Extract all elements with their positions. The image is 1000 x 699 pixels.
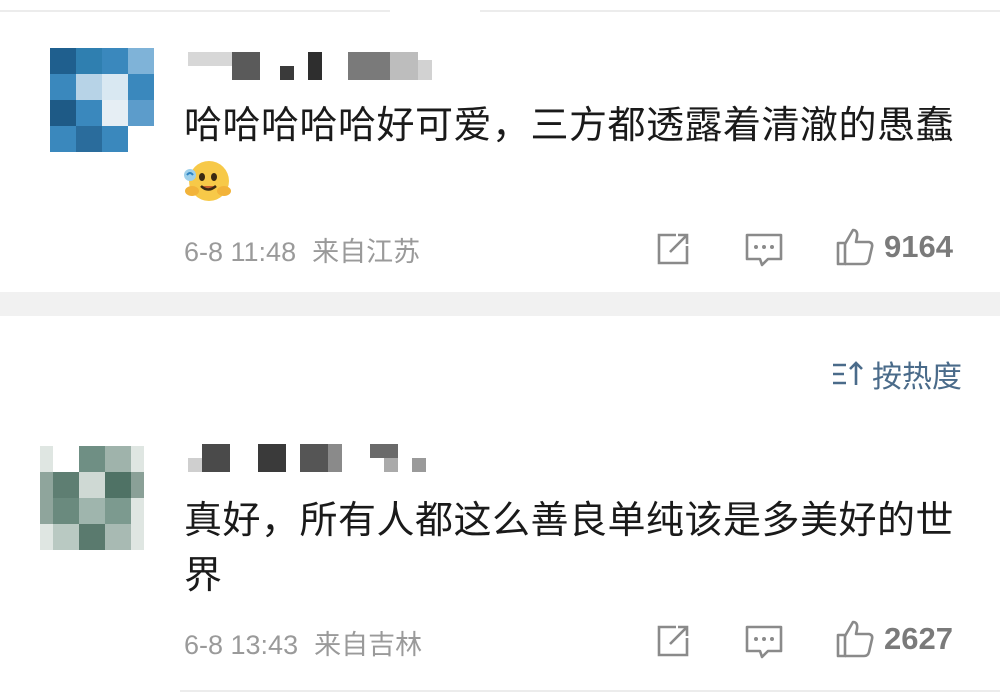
username-blurred[interactable] xyxy=(188,52,448,82)
like-button[interactable]: 9164 xyxy=(834,226,953,268)
share-icon xyxy=(657,233,689,265)
like-button[interactable]: 2627 xyxy=(834,618,953,660)
avatar[interactable] xyxy=(50,48,154,152)
hugging-face-emoji xyxy=(182,155,232,205)
sort-label: 按热度 xyxy=(872,360,962,395)
share-button[interactable] xyxy=(654,230,692,268)
comment-text: 哈哈哈哈哈好可爱，三方都透露着清澈的愚蠢 xyxy=(184,103,955,147)
bottom-separator xyxy=(180,690,1000,692)
comment-text-line1: 真好，所有人都这么善良单纯该是多美好的世 xyxy=(184,498,955,542)
comment-date: 6-8 11:48 xyxy=(184,237,297,267)
comment-date: 6-8 13:43 xyxy=(184,630,299,660)
comment-button[interactable] xyxy=(744,230,784,270)
comment-text-line2: 界 xyxy=(184,553,223,597)
like-count: 2627 xyxy=(884,621,953,656)
comment-item: 真好，所有人都这么善良单纯该是多美好的世 界 6-8 13:43 来自吉林 262… xyxy=(0,420,1000,699)
comment-icon xyxy=(745,233,783,267)
username-blurred[interactable] xyxy=(188,444,448,474)
sort-by-hot-button[interactable]: 按热度 xyxy=(830,352,962,396)
like-count: 9164 xyxy=(884,229,953,264)
share-button[interactable] xyxy=(654,622,692,660)
section-divider xyxy=(0,292,1000,316)
comment-meta: 6-8 11:48 来自江苏 xyxy=(184,230,420,269)
comment-location: 来自江苏 xyxy=(312,237,421,267)
comment-location: 来自吉林 xyxy=(314,630,423,660)
thumbs-up-icon xyxy=(836,620,874,658)
comment-button[interactable] xyxy=(744,622,784,662)
comment-item: 哈哈哈哈哈好可爱，三方都透露着清澈的愚蠢 6-8 11:48 来自江苏 9164 xyxy=(0,0,1000,292)
avatar[interactable] xyxy=(40,446,144,550)
comment-meta: 6-8 13:43 来自吉林 xyxy=(184,623,422,662)
share-icon xyxy=(657,625,689,657)
comment-icon xyxy=(745,625,783,659)
sort-icon xyxy=(833,361,863,385)
thumbs-up-icon xyxy=(836,228,874,266)
